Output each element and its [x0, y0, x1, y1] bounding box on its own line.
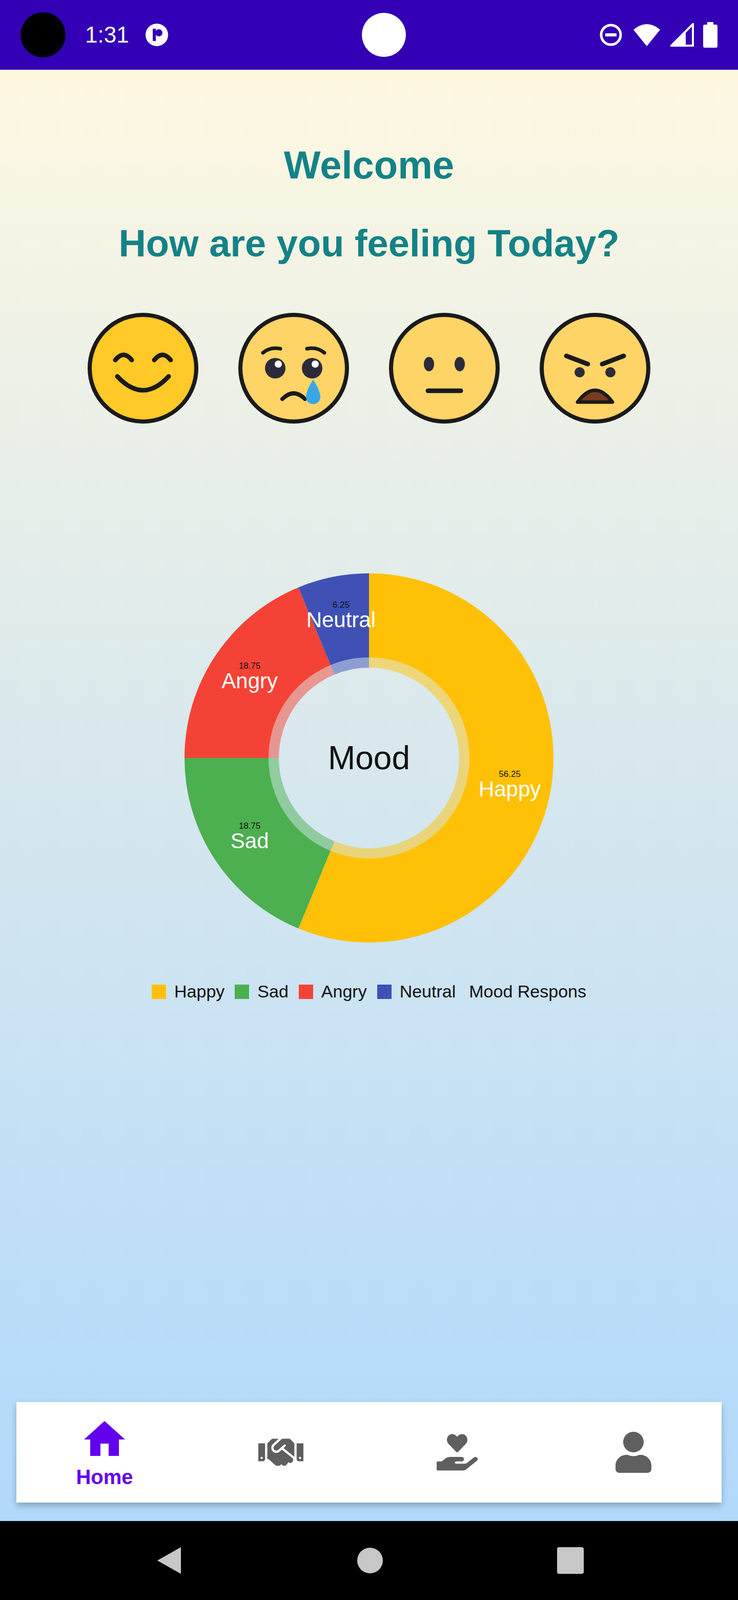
heart-hands-icon: [436, 1430, 478, 1472]
wifi-icon: [632, 22, 662, 48]
chart-segment[interactable]: [298, 572, 554, 942]
legend-item: Sad: [234, 977, 289, 1004]
recents-icon[interactable]: [557, 1546, 584, 1573]
front-sensor: [361, 12, 406, 57]
neutral-emoji-icon[interactable]: [386, 310, 502, 426]
status-time: 1:31: [85, 17, 130, 52]
app-notification-icon: [144, 22, 170, 48]
status-bar: 1:31: [0, 0, 738, 70]
nav-label: Home: [75, 1463, 133, 1489]
home-button-icon[interactable]: [357, 1546, 383, 1573]
nav-item[interactable]: Home: [53, 1413, 156, 1489]
mood-donut-chart: 56.25Happy18.75Sad18.75Angry6.25NeutralM…: [174, 562, 564, 953]
mood-question: How are you feeling Today?: [118, 224, 620, 263]
legend-item: Happy: [151, 977, 225, 1004]
legend-swatch: [151, 984, 167, 999]
person-icon: [615, 1430, 652, 1472]
welcome-title: Welcome: [283, 145, 455, 185]
segment-label: Sad: [230, 828, 270, 853]
segment-label: Angry: [221, 668, 278, 693]
legend-series-title: Mood Respons: [468, 977, 587, 1004]
legend-swatch: [298, 984, 314, 999]
home-content: Welcome How are you feeling Today? 56.25Ha…: [0, 69, 738, 1521]
home-icon: [79, 1413, 130, 1464]
chart-legend: Happy Sad Angry Neutral Mood Respons: [151, 977, 587, 1004]
legend-item: Neutral: [377, 977, 457, 1004]
app-screen: 1:31 Welcome How are you feeling Today? 56.…: [0, 0, 738, 1599]
camera-cutout: [20, 12, 66, 58]
chart-center-label: Mood: [328, 739, 410, 776]
angry-emoji-icon[interactable]: [537, 310, 653, 426]
sad-emoji-icon[interactable]: [236, 310, 352, 426]
chart-segment[interactable]: [184, 757, 335, 929]
system-nav-bar: [0, 1520, 738, 1599]
bottom-nav: Home: [16, 1401, 722, 1502]
happy-emoji-icon[interactable]: [85, 310, 201, 426]
segment-label: Happy: [478, 776, 541, 801]
battery-icon: [703, 22, 718, 48]
nav-item[interactable]: [582, 1430, 685, 1472]
mood-picker: [85, 310, 653, 426]
nav-item[interactable]: [229, 1428, 333, 1474]
legend-swatch: [377, 984, 392, 999]
handshake-icon: [258, 1428, 304, 1474]
legend-item: Angry: [298, 977, 367, 1004]
back-icon[interactable]: [154, 1544, 183, 1575]
do-not-disturb-icon: [598, 22, 624, 48]
nav-item[interactable]: [405, 1430, 509, 1472]
legend-swatch: [234, 984, 250, 999]
segment-label: Neutral: [306, 607, 376, 632]
signal-icon: [670, 23, 694, 47]
